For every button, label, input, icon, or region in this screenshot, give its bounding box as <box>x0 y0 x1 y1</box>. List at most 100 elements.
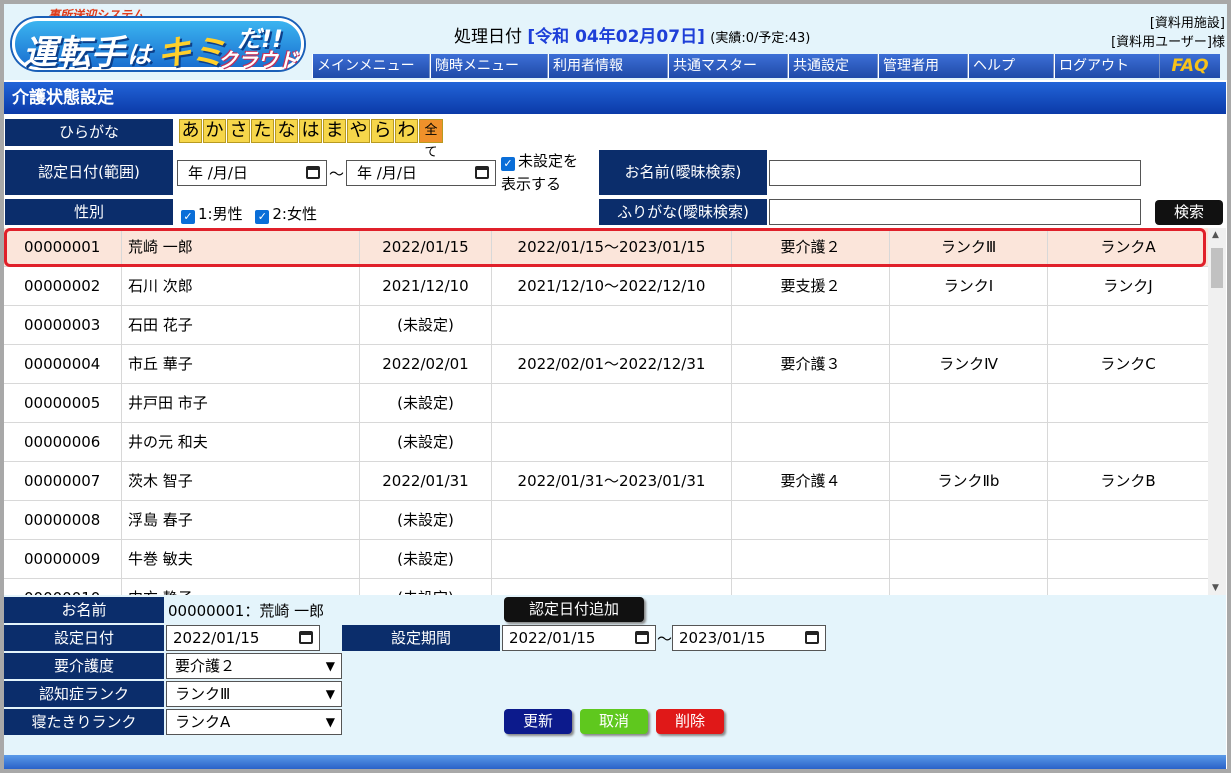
furigana-search-input[interactable] <box>769 199 1141 225</box>
checkbox-checked-icon[interactable]: ✓ <box>501 157 515 171</box>
nav-user-info[interactable]: 利用者情報 <box>548 54 668 78</box>
table-row[interactable]: 00000006 井の元 和夫 (未設定) <box>4 423 1208 462</box>
cell-bedridden <box>1048 384 1208 423</box>
selected-row-highlight <box>4 228 1206 267</box>
gender-male-label: 1:男性 <box>198 205 243 223</box>
user-name: [資料用ユーザー]様 <box>1111 35 1225 50</box>
checkbox-checked-icon[interactable]: ✓ <box>181 210 195 224</box>
calendar-icon[interactable] <box>475 166 489 179</box>
cell-date: (未設定) <box>360 579 492 595</box>
add-cert-date-button[interactable]: 認定日付追加 <box>504 597 644 622</box>
table-row[interactable]: 00000004 市丘 華子 2022/02/01 2022/02/01～202… <box>4 345 1208 384</box>
calendar-icon[interactable] <box>635 631 649 644</box>
table-scrollbar[interactable]: ▲ ▼ <box>1208 228 1226 595</box>
show-unset-option[interactable]: ✓ 未設定を 表示する <box>501 150 578 196</box>
scroll-up-icon[interactable]: ▲ <box>1212 230 1219 240</box>
cell-period: 2022/01/31～2023/01/31 <box>492 462 732 501</box>
footer-bar <box>4 755 1226 769</box>
period-end-value: 2023/01/15 <box>679 629 766 647</box>
nav-help[interactable]: ヘルプ <box>968 54 1054 78</box>
gender-male-option[interactable]: ✓ 1:男性 <box>181 205 243 224</box>
cell-bedridden <box>1048 540 1208 579</box>
cancel-button[interactable]: 取消 <box>580 709 648 734</box>
cell-date: 2022/02/01 <box>360 345 492 384</box>
cell-care <box>732 579 890 595</box>
gender-female-option[interactable]: ✓ 2:女性 <box>255 205 317 224</box>
table-row[interactable]: 00000005 井戸田 市子 (未設定) <box>4 384 1208 423</box>
cell-name: 浮島 春子 <box>122 501 360 540</box>
cell-name: 石川 次郎 <box>122 267 360 306</box>
kana-na-button[interactable]: な <box>275 119 298 143</box>
cell-period <box>492 423 732 462</box>
cell-name: 井戸田 市子 <box>122 384 360 423</box>
table-row[interactable]: 00000009 牛巻 敏夫 (未設定) <box>4 540 1208 579</box>
kana-ma-button[interactable]: ま <box>323 119 346 143</box>
table-row[interactable]: 00000007 茨木 智子 2022/01/31 2022/01/31～202… <box>4 462 1208 501</box>
bedridden-rank-select[interactable]: ランクA ▼ <box>166 709 342 735</box>
logo-text-c: キミ <box>157 33 225 73</box>
search-button[interactable]: 検索 <box>1155 200 1223 225</box>
processing-count: (実績:0/予定:43) <box>710 31 811 46</box>
update-button[interactable]: 更新 <box>504 709 572 734</box>
user-table: 00000001 荒崎 一郎 2022/01/15 2022/01/15～202… <box>4 228 1208 595</box>
hiragana-label: ひらがな <box>4 118 174 147</box>
chevron-down-icon: ▼ <box>325 687 335 701</box>
cell-bedridden: ランクC <box>1100 355 1156 373</box>
nav-common-master[interactable]: 共通マスター <box>668 54 788 78</box>
nav-logout[interactable]: ログアウト <box>1054 54 1160 78</box>
table-row[interactable]: 00000010 内方 静子 (未設定) <box>4 579 1208 595</box>
nav-admin[interactable]: 管理者用 <box>878 54 968 78</box>
cell-name: 市丘 華子 <box>122 345 360 384</box>
kana-wa-button[interactable]: わ <box>395 119 418 143</box>
cell-bedridden <box>1048 579 1208 595</box>
kana-a-button[interactable]: あ <box>179 119 202 143</box>
table-row[interactable]: 00000008 浮島 春子 (未設定) <box>4 501 1208 540</box>
edit-panel: お名前 00000001：荒崎 一郎 認定日付追加 設定日付 2022/01/1… <box>4 595 1226 755</box>
cell-care <box>732 306 890 345</box>
calendar-icon[interactable] <box>306 166 320 179</box>
period-end-input[interactable]: 2023/01/15 <box>672 625 826 651</box>
table-row[interactable]: 00000003 石田 花子 (未設定) <box>4 306 1208 345</box>
kana-ra-button[interactable]: ら <box>371 119 394 143</box>
kana-ya-button[interactable]: や <box>347 119 370 143</box>
kana-ka-button[interactable]: か <box>203 119 226 143</box>
dementia-rank-select[interactable]: ランクⅢ ▼ <box>166 681 342 707</box>
cell-dementia <box>890 540 1048 579</box>
cell-dementia <box>890 501 1048 540</box>
kana-sa-button[interactable]: さ <box>227 119 250 143</box>
kana-ta-button[interactable]: た <box>251 119 274 143</box>
cell-id: 00000008 <box>4 501 122 540</box>
delete-button[interactable]: 削除 <box>656 709 724 734</box>
cell-date: 2021/12/10 <box>360 267 492 306</box>
calendar-icon[interactable] <box>299 631 313 644</box>
facility-name: [資料用施設] <box>1149 16 1225 31</box>
cell-id: 00000007 <box>4 462 122 501</box>
cell-name: 井の元 和夫 <box>122 423 360 462</box>
table-row[interactable]: 00000002 石川 次郎 2021/12/10 2021/12/10～202… <box>4 267 1208 306</box>
cell-period <box>492 501 732 540</box>
care-level-select[interactable]: 要介護２ ▼ <box>166 653 342 679</box>
nav-adhoc-menu[interactable]: 随時メニュー <box>430 54 548 78</box>
date-to-input[interactable]: 年 /月/日 <box>346 160 496 186</box>
checkbox-checked-icon[interactable]: ✓ <box>255 210 270 224</box>
period-start-input[interactable]: 2022/01/15 <box>502 625 656 651</box>
nav-common-settings[interactable]: 共通設定 <box>788 54 878 78</box>
faq-button[interactable]: FAQ <box>1160 54 1220 78</box>
set-date-input[interactable]: 2022/01/15 <box>166 625 320 651</box>
nav-main-menu[interactable]: メインメニュー <box>312 54 430 78</box>
dementia-rank-label: 認知症ランク <box>4 681 164 707</box>
cell-bedridden: ランクJ <box>1103 277 1153 295</box>
kana-ha-button[interactable]: は <box>299 119 322 143</box>
processing-date-value: [令和 04年02月07日] <box>527 27 705 47</box>
furigana-search-label: ふりがな(曖昧検索) <box>598 198 768 226</box>
kana-all-button[interactable]: 全て <box>419 119 443 160</box>
cell-care <box>732 501 890 540</box>
date-range-separator: ～ <box>329 165 345 183</box>
scroll-down-icon[interactable]: ▼ <box>1212 583 1219 593</box>
date-from-input[interactable]: 年 /月/日 <box>177 160 327 186</box>
name-search-input[interactable] <box>769 160 1141 186</box>
calendar-icon[interactable] <box>805 631 819 644</box>
scroll-thumb[interactable] <box>1211 248 1223 288</box>
dementia-rank-value: ランクⅢ <box>175 685 231 703</box>
cell-id: 00000004 <box>4 345 122 384</box>
